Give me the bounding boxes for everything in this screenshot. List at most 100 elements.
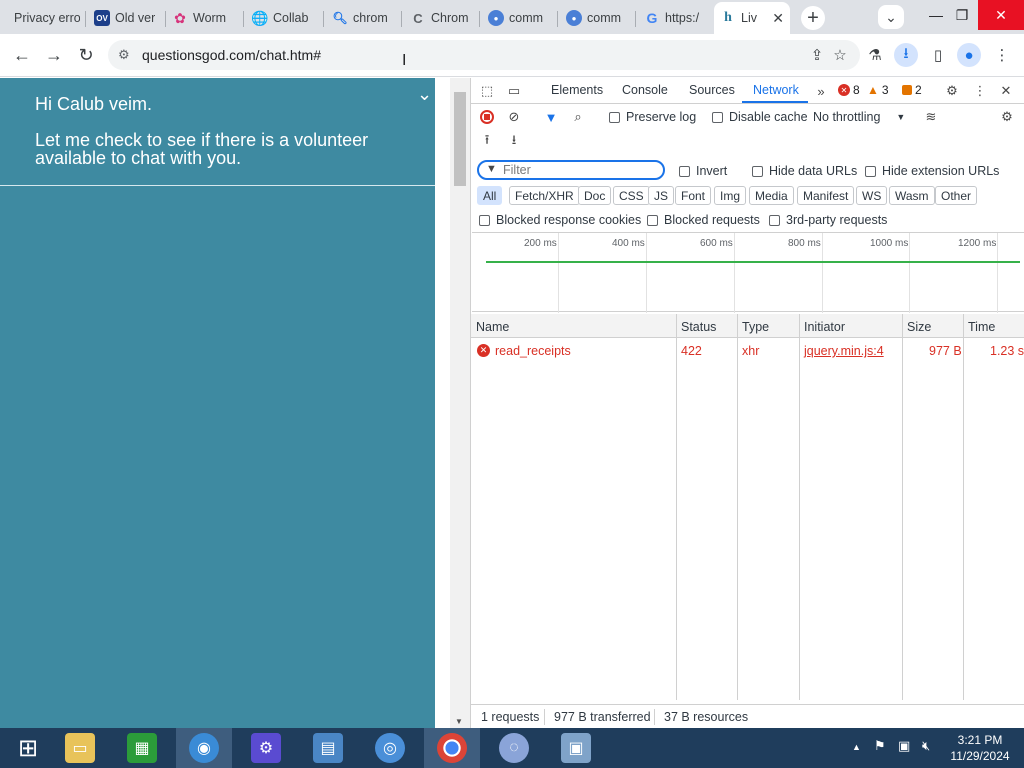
type-filter-doc[interactable]: Doc xyxy=(578,186,612,205)
devtools-menu-icon[interactable]: ⋮ xyxy=(971,82,989,100)
browser-tab-active[interactable]: h Liv ✕ xyxy=(714,2,790,34)
network-settings-gear-icon[interactable]: ⚙ xyxy=(998,108,1016,126)
export-har-icon[interactable]: ⭳ xyxy=(505,132,523,151)
hide-data-urls-checkbox[interactable]: Hide data URLs xyxy=(752,164,857,178)
browser-tab[interactable]: ✿ Worm xyxy=(166,4,244,32)
column-name[interactable]: Name xyxy=(476,320,509,334)
column-size[interactable]: Size xyxy=(907,320,931,334)
blocked-response-cookies-checkbox[interactable]: Blocked response cookies xyxy=(479,213,641,227)
type-filter-all[interactable]: All xyxy=(477,186,503,205)
browser-tab[interactable]: C Chrom xyxy=(404,4,480,32)
taskbar-app-chromium[interactable]: ◎ xyxy=(362,728,418,768)
preserve-log-checkbox[interactable]: Preserve log xyxy=(609,110,696,124)
device-toolbar-icon[interactable]: ▭ xyxy=(505,82,523,100)
error-count-badge[interactable]: ✕ 8 xyxy=(838,83,860,97)
clear-icon[interactable]: ⊘ xyxy=(505,108,523,126)
filter-input[interactable]: ▼ Filter xyxy=(477,160,665,180)
forward-button[interactable]: → xyxy=(41,42,67,68)
download-icon[interactable]: ⭳ xyxy=(894,43,918,67)
close-devtools-icon[interactable]: ✕ xyxy=(997,82,1015,100)
browser-tab[interactable]: G https:/ xyxy=(638,4,714,32)
show-hidden-icons-arrow[interactable]: ▲ xyxy=(852,742,861,752)
hide-extension-urls-checkbox[interactable]: Hide extension URLs xyxy=(865,164,999,178)
type-filter-ws[interactable]: WS xyxy=(856,186,888,205)
column-time[interactable]: Time xyxy=(968,320,995,334)
side-panel-icon[interactable]: ▯ xyxy=(926,43,950,67)
bookmark-star-icon[interactable]: ☆ xyxy=(828,43,852,67)
browser-tab[interactable]: OV Old ver xyxy=(88,4,166,32)
issues-count-badge[interactable]: 2 xyxy=(902,83,922,97)
taskbar-app-browser[interactable]: ◌ xyxy=(486,728,542,768)
tab-console[interactable]: Console xyxy=(622,83,668,97)
column-type[interactable]: Type xyxy=(742,320,769,334)
flag-icon[interactable]: ⚑ xyxy=(874,738,886,754)
menu-kebab-icon[interactable]: ⋮ xyxy=(990,43,1014,67)
scroll-down-arrow-icon[interactable]: ▼ xyxy=(455,717,463,726)
tab-sources[interactable]: Sources xyxy=(689,83,735,97)
restore-button[interactable]: ❐ xyxy=(944,0,980,30)
search-icon[interactable]: ⌕ xyxy=(569,108,587,126)
browser-tab[interactable]: ● comm xyxy=(560,4,636,32)
type-filter-wasm[interactable]: Wasm xyxy=(889,186,935,205)
start-button[interactable]: ⊞ xyxy=(0,728,56,768)
network-overview-timeline[interactable]: 200 ms 400 ms 600 ms 800 ms 1000 ms 1200… xyxy=(472,232,1024,313)
close-window-button[interactable]: ✕ xyxy=(978,0,1024,30)
third-party-requests-checkbox[interactable]: 3rd-party requests xyxy=(769,213,887,227)
invert-checkbox[interactable]: Invert xyxy=(679,164,727,178)
network-tray-icon[interactable]: ▣ xyxy=(898,738,910,754)
extension-flask-icon[interactable]: ⚗ xyxy=(863,43,887,67)
request-initiator-link[interactable]: jquery.min.js:4 xyxy=(804,344,884,358)
request-name[interactable]: read_receipts xyxy=(495,344,571,358)
taskbar-app-chrome[interactable] xyxy=(424,728,480,768)
type-filter-manifest[interactable]: Manifest xyxy=(797,186,855,205)
type-filter-css[interactable]: CSS xyxy=(613,186,650,205)
reload-button[interactable]: ↻ xyxy=(73,42,99,68)
browser-tab[interactable]: ● comm xyxy=(482,4,558,32)
tab-elements[interactable]: Elements xyxy=(551,83,603,97)
chevron-down-icon[interactable]: ⌄ xyxy=(417,84,432,105)
scrollbar-thumb[interactable] xyxy=(454,92,466,186)
tab-network[interactable]: Network xyxy=(753,83,799,97)
taskbar-clock[interactable]: 3:21 PM 11/29/2024 xyxy=(944,732,1016,764)
settings-gear-icon[interactable]: ⚙ xyxy=(943,82,961,100)
disable-cache-checkbox[interactable]: Disable cache xyxy=(712,110,808,124)
browser-tab[interactable]: 🌐 Collab xyxy=(246,4,324,32)
page-scrollbar[interactable]: ▼ xyxy=(450,78,470,728)
more-tabs-icon[interactable]: » xyxy=(812,82,830,100)
filter-funnel-icon[interactable]: ▼ xyxy=(542,108,560,126)
back-button[interactable]: ← xyxy=(9,42,35,68)
url-text: questionsgod.com/chat.htm# xyxy=(142,47,321,63)
site-info-icon[interactable]: ⚙ xyxy=(118,47,130,63)
taskbar-app-store[interactable]: ▦ xyxy=(114,728,170,768)
close-tab-icon[interactable]: ✕ xyxy=(772,10,784,27)
taskbar-app-remote[interactable]: ▣ xyxy=(548,728,604,768)
type-filter-fetch-xhr[interactable]: Fetch/XHR xyxy=(509,186,580,205)
record-stop-icon[interactable] xyxy=(478,108,496,126)
type-filter-other[interactable]: Other xyxy=(935,186,978,205)
share-icon[interactable]: ⇪ xyxy=(805,43,829,67)
browser-tab[interactable]: 🔍︎ chrom xyxy=(326,4,402,32)
taskbar-app-file-explorer[interactable]: ▭ xyxy=(52,728,108,768)
address-bar[interactable]: ⚙ questionsgod.com/chat.htm# xyxy=(108,40,860,70)
profile-avatar-icon[interactable]: ● xyxy=(957,43,981,67)
inspect-element-icon[interactable]: ⬚ xyxy=(478,82,496,100)
tab-search-button[interactable]: ⌄ xyxy=(878,5,904,29)
type-filter-img[interactable]: Img xyxy=(714,186,747,205)
taskbar-app-settings[interactable]: ⚙ xyxy=(238,728,294,768)
taskbar-app-control-panel[interactable]: ▤ xyxy=(300,728,356,768)
network-conditions-wifi-icon[interactable]: ≋ xyxy=(922,108,940,126)
import-har-icon[interactable]: ⭱ xyxy=(478,132,496,151)
blocked-requests-checkbox[interactable]: Blocked requests xyxy=(647,213,760,227)
column-initiator[interactable]: Initiator xyxy=(804,320,845,334)
browser-tab[interactable]: Privacy erro xyxy=(8,4,86,32)
type-filter-font[interactable]: Font xyxy=(675,186,712,205)
table-row[interactable]: ✕ read_receipts 422 xhr jquery.min.js:4 … xyxy=(471,339,1024,363)
type-filter-media[interactable]: Media xyxy=(749,186,794,205)
throttling-select[interactable]: No throttling ▼ xyxy=(813,110,905,124)
type-filter-js[interactable]: JS xyxy=(648,186,675,205)
volume-muted-icon[interactable]: 🔇︎ xyxy=(922,738,930,754)
new-tab-button[interactable]: + xyxy=(801,6,825,30)
taskbar-app-network[interactable]: ◉ xyxy=(176,728,232,768)
column-status[interactable]: Status xyxy=(681,320,716,334)
warning-count-badge[interactable]: ▲ 3 xyxy=(867,83,889,97)
